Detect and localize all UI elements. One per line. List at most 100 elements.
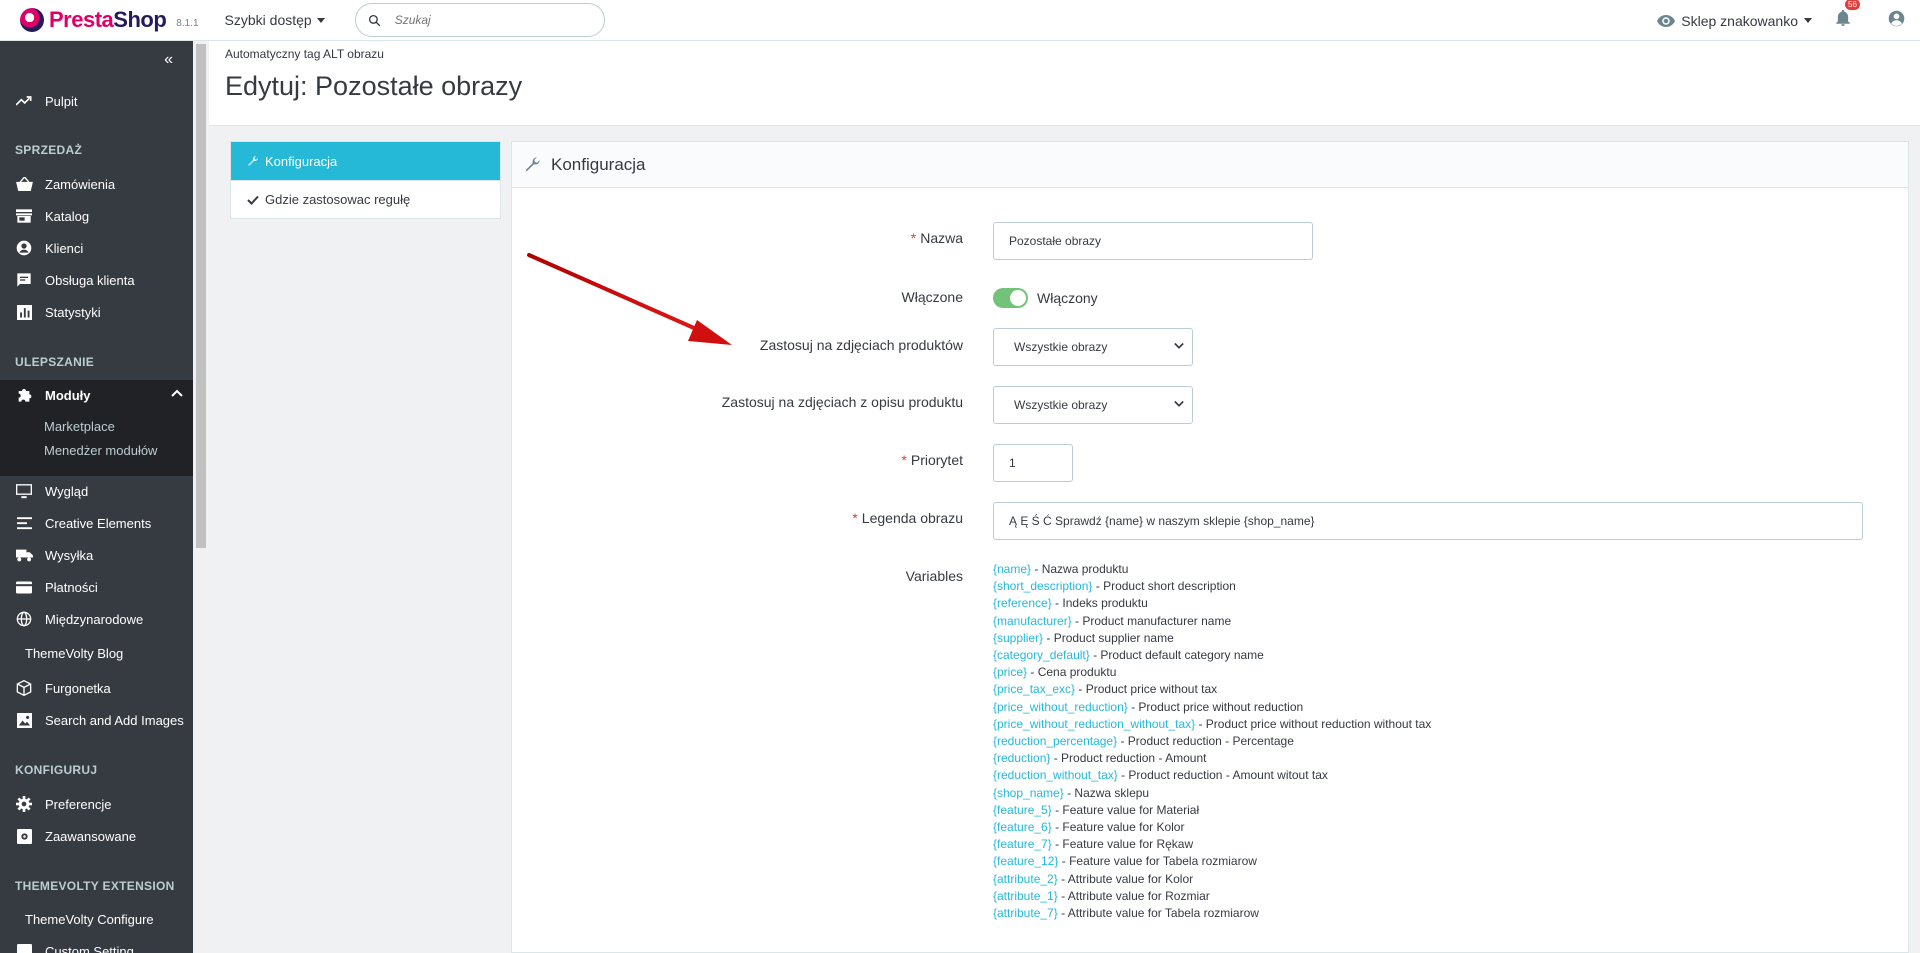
variables-list: {name} - Nazwa produktu {short_descriptio… bbox=[993, 561, 1431, 922]
variable-description: - Feature value for Materiał bbox=[1051, 802, 1200, 817]
sidebar-item-orders[interactable]: Zamówienia bbox=[0, 171, 193, 197]
page-header: Automatyczny tag ALT obrazu Edytuj: Pozo… bbox=[209, 41, 1920, 126]
variable-tag[interactable]: {attribute_2} bbox=[993, 872, 1058, 886]
sidebar-item-label: Międzynarodowe bbox=[45, 611, 144, 627]
view-shop-link[interactable]: Sklep znakowanko bbox=[1657, 13, 1812, 29]
variable-row: {category_default} - Product default cat… bbox=[993, 647, 1431, 664]
sidebar-item-label: Preferencje bbox=[45, 796, 112, 812]
account-circle-icon bbox=[15, 239, 33, 257]
prestashop-logo-icon bbox=[20, 8, 44, 32]
variable-tag[interactable]: {supplier} bbox=[993, 631, 1043, 645]
tab-where-apply[interactable]: Gdzie zastosowac regułę bbox=[231, 180, 500, 218]
quick-access-label: Szybki dostęp bbox=[224, 12, 312, 28]
puzzle-icon bbox=[15, 386, 33, 404]
breadcrumb[interactable]: Automatyczny tag ALT obrazu bbox=[225, 47, 384, 61]
variable-tag[interactable]: {manufacturer} bbox=[993, 614, 1072, 628]
legend-label: * Legenda obrazu bbox=[760, 510, 963, 526]
priority-label: * Priorytet bbox=[760, 452, 963, 468]
variable-tag[interactable]: {price} bbox=[993, 665, 1027, 679]
apply-desc-label: Zastosuj na zdjęciach z opisu produktu bbox=[721, 394, 963, 410]
image-icon bbox=[15, 711, 33, 729]
trending-up-icon bbox=[15, 92, 33, 110]
sidebar-item-preferences[interactable]: Preferencje bbox=[0, 791, 193, 817]
variable-tag[interactable]: {short_description} bbox=[993, 579, 1092, 593]
sidebar-item-payments[interactable]: Płatności bbox=[0, 574, 193, 600]
variable-tag[interactable]: {price_without_reduction_without_tax} bbox=[993, 717, 1195, 731]
variable-tag[interactable]: {price_without_reduction} bbox=[993, 700, 1128, 714]
sidebar-item-themevolty-blog[interactable]: ThemeVolty Blog bbox=[0, 640, 193, 666]
sidebar-item-stats[interactable]: Statystyki bbox=[0, 299, 193, 325]
sidebar-item-search-add-images[interactable]: Search and Add Images bbox=[0, 707, 193, 733]
priority-input[interactable] bbox=[993, 444, 1073, 482]
enabled-toggle-label: Włączony bbox=[1037, 290, 1098, 306]
apply-products-select[interactable]: Wszystkie obrazy bbox=[993, 328, 1193, 366]
name-label: * Nazwa bbox=[760, 230, 963, 246]
sidebar-subitem-marketplace[interactable]: Marketplace bbox=[44, 419, 115, 434]
variable-row: {reduction_without_tax} - Product reduct… bbox=[993, 767, 1431, 784]
apply-desc-select[interactable]: Wszystkie obrazy bbox=[993, 386, 1193, 424]
sidebar-item-shipping[interactable]: Wysyłka bbox=[0, 542, 193, 568]
variable-description: - Product price without tax bbox=[1075, 682, 1218, 697]
sidebar-item-label: Search and Add Images bbox=[45, 712, 184, 728]
variable-tag[interactable]: {reduction_without_tax} bbox=[993, 768, 1118, 782]
sidebar-item-catalog[interactable]: Katalog bbox=[0, 203, 193, 229]
variable-description: - Feature value for Kolor bbox=[1051, 820, 1185, 835]
variable-tag[interactable]: {price_tax_exc} bbox=[993, 682, 1075, 696]
variable-tag[interactable]: {feature_6} bbox=[993, 820, 1052, 834]
required-marker: * bbox=[852, 510, 858, 526]
sidebar-item-pulpit[interactable]: Pulpit bbox=[0, 88, 193, 114]
search-box[interactable] bbox=[354, 3, 605, 37]
legend-input[interactable] bbox=[993, 502, 1863, 540]
sidebar-item-customer-service[interactable]: Obsługa klienta bbox=[0, 267, 193, 293]
sidebar-item-creative-elements[interactable]: Creative Elements bbox=[0, 510, 193, 536]
variable-row: {feature_6} - Feature value for Kolor bbox=[993, 819, 1431, 836]
name-input[interactable] bbox=[993, 222, 1313, 260]
variable-tag[interactable]: {attribute_1} bbox=[993, 889, 1058, 903]
sidebar-item-furgonetka[interactable]: Furgonetka bbox=[0, 675, 193, 701]
variable-tag[interactable]: {reduction_percentage} bbox=[993, 734, 1117, 748]
variable-description: - Attribute value for Kolor bbox=[1057, 871, 1194, 886]
search-input[interactable] bbox=[392, 12, 573, 28]
variable-tag[interactable]: {name} bbox=[993, 562, 1031, 576]
bar-chart-icon bbox=[15, 303, 33, 321]
variable-tag[interactable]: {feature_5} bbox=[993, 803, 1052, 817]
store-icon bbox=[15, 207, 33, 225]
enabled-toggle[interactable] bbox=[993, 288, 1028, 308]
variable-tag[interactable]: {feature_12} bbox=[993, 854, 1058, 868]
collapse-sidebar-icon[interactable]: « bbox=[164, 51, 173, 69]
desktop-icon bbox=[15, 482, 33, 500]
truck-icon bbox=[15, 546, 33, 564]
brand-part-2: Shop bbox=[113, 7, 167, 32]
sidebar-item-customers[interactable]: Klienci bbox=[0, 235, 193, 261]
logo[interactable]: PrestaShop bbox=[20, 7, 167, 33]
sidebar-item-advanced[interactable]: Zaawansowane bbox=[0, 823, 193, 849]
elements-icon bbox=[15, 514, 33, 532]
sidebar-item-label: Creative Elements bbox=[45, 515, 152, 531]
variable-row: {short_description} - Product short desc… bbox=[993, 578, 1431, 595]
sidebar-item-modules[interactable]: Moduły bbox=[0, 382, 193, 408]
variable-tag[interactable]: {category_default} bbox=[993, 648, 1090, 662]
variable-row: {manufacturer} - Product manufacturer na… bbox=[993, 613, 1431, 630]
custom-icon bbox=[15, 942, 33, 953]
globe-icon bbox=[15, 610, 33, 628]
variable-tag[interactable]: {shop_name} bbox=[993, 786, 1064, 800]
variable-tag[interactable]: {feature_7} bbox=[993, 837, 1052, 851]
variable-tag[interactable]: {attribute_7} bbox=[993, 906, 1058, 920]
form-tabs: Konfiguracja Gdzie zastosowac regułę bbox=[230, 141, 501, 219]
sidebar-item-themevolty-configure[interactable]: ThemeVolty Configure bbox=[0, 906, 193, 932]
sidebar-item-label: Katalog bbox=[45, 208, 90, 224]
quick-access-dropdown[interactable]: Szybki dostęp bbox=[225, 12, 325, 28]
variable-row: {attribute_7} - Attribute value for Tabe… bbox=[993, 905, 1431, 922]
sidebar-scroll-thumb[interactable] bbox=[196, 44, 206, 548]
chevron-up-icon bbox=[171, 385, 183, 400]
sidebar-item-label: Zamówienia bbox=[45, 176, 116, 192]
sidebar-subitem-module-manager[interactable]: Menedżer modułów bbox=[44, 443, 157, 458]
variable-tag[interactable]: {reference} bbox=[993, 596, 1052, 610]
sidebar-item-design[interactable]: Wygląd bbox=[0, 478, 193, 504]
variable-tag[interactable]: {reduction} bbox=[993, 751, 1050, 765]
notifications-button[interactable]: 56 bbox=[1836, 0, 1860, 31]
sidebar-item-custom-setting[interactable]: Custom Setting bbox=[0, 938, 193, 953]
tab-configuration[interactable]: Konfiguracja bbox=[231, 142, 500, 180]
user-menu[interactable] bbox=[1888, 10, 1905, 32]
sidebar-item-international[interactable]: Międzynarodowe bbox=[0, 606, 193, 632]
